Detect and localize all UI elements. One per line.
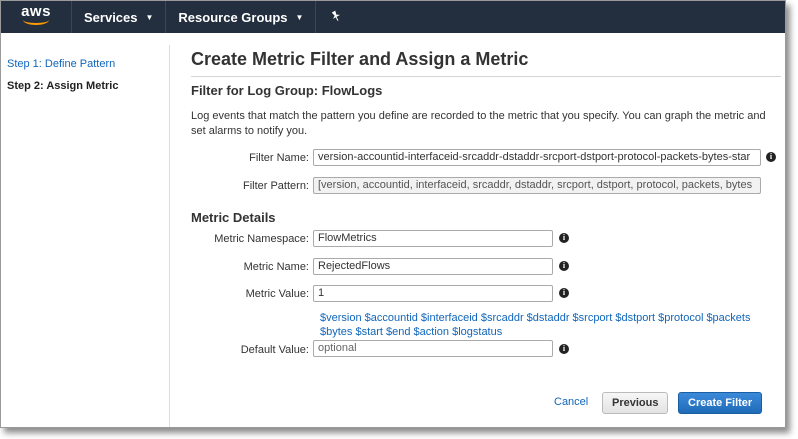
pin-icon[interactable]: [316, 10, 356, 25]
description-text: Log events that match the pattern you de…: [191, 110, 766, 137]
aws-smile-icon: [23, 15, 49, 25]
cancel-button[interactable]: Cancel: [554, 396, 588, 408]
filter-pattern-label: Filter Pattern:: [242, 180, 309, 192]
info-icon[interactable]: i: [559, 288, 569, 298]
default-value-input[interactable]: optional: [313, 340, 553, 357]
previous-button[interactable]: Previous: [602, 392, 669, 414]
log-group-subtitle: Filter for Log Group: FlowLogs: [191, 83, 383, 98]
page-title: Create Metric Filter and Assign a Metric: [191, 49, 529, 69]
resource-groups-label: Resource Groups: [178, 9, 288, 25]
info-icon[interactable]: i: [559, 344, 569, 354]
default-value-label: Default Value:: [240, 344, 309, 356]
top-navigation-bar: aws Services ▼ Resource Groups ▼: [1, 1, 785, 33]
info-icon[interactable]: i: [559, 233, 569, 243]
metric-namespace-label: Metric Namespace:: [214, 233, 309, 245]
metric-name-input[interactable]: RejectedFlows: [313, 258, 553, 275]
wizard-steps-sidebar: Step 1: Define Pattern Step 2: Assign Me…: [1, 45, 170, 427]
resource-groups-menu[interactable]: Resource Groups ▼: [166, 1, 315, 33]
metric-details-heading: Metric Details: [191, 210, 276, 225]
filter-name-input[interactable]: version-accountid-interfaceid-srcaddr-ds…: [313, 149, 761, 166]
console-window: aws Services ▼ Resource Groups ▼ Step 1:…: [0, 0, 786, 428]
chevron-down-icon: ▼: [145, 12, 154, 22]
filter-pattern-input: [version, accountid, interfaceid, srcadd…: [313, 177, 761, 194]
info-icon[interactable]: i: [559, 261, 569, 271]
main-content: Create Metric Filter and Assign a Metric…: [191, 45, 785, 427]
aws-logo[interactable]: aws: [1, 1, 71, 33]
metric-name-label: Metric Name:: [243, 261, 309, 273]
title-divider: [191, 76, 781, 77]
metric-value-label: Metric Value:: [245, 288, 309, 300]
step-2-current: Step 2: Assign Metric: [7, 80, 119, 92]
services-menu[interactable]: Services ▼: [72, 1, 165, 33]
metric-value-input[interactable]: 1: [313, 285, 553, 302]
filter-name-label: Filter Name:: [249, 152, 309, 164]
metric-namespace-input[interactable]: FlowMetrics: [313, 230, 553, 247]
metric-variables-links[interactable]: $version $accountid $interfaceid $srcadd…: [320, 311, 770, 339]
info-icon[interactable]: i: [766, 152, 776, 162]
services-label: Services: [84, 9, 138, 25]
step-1-link[interactable]: Step 1: Define Pattern: [1, 57, 169, 71]
chevron-down-icon: ▼: [295, 12, 304, 22]
create-filter-button[interactable]: Create Filter: [678, 392, 763, 414]
